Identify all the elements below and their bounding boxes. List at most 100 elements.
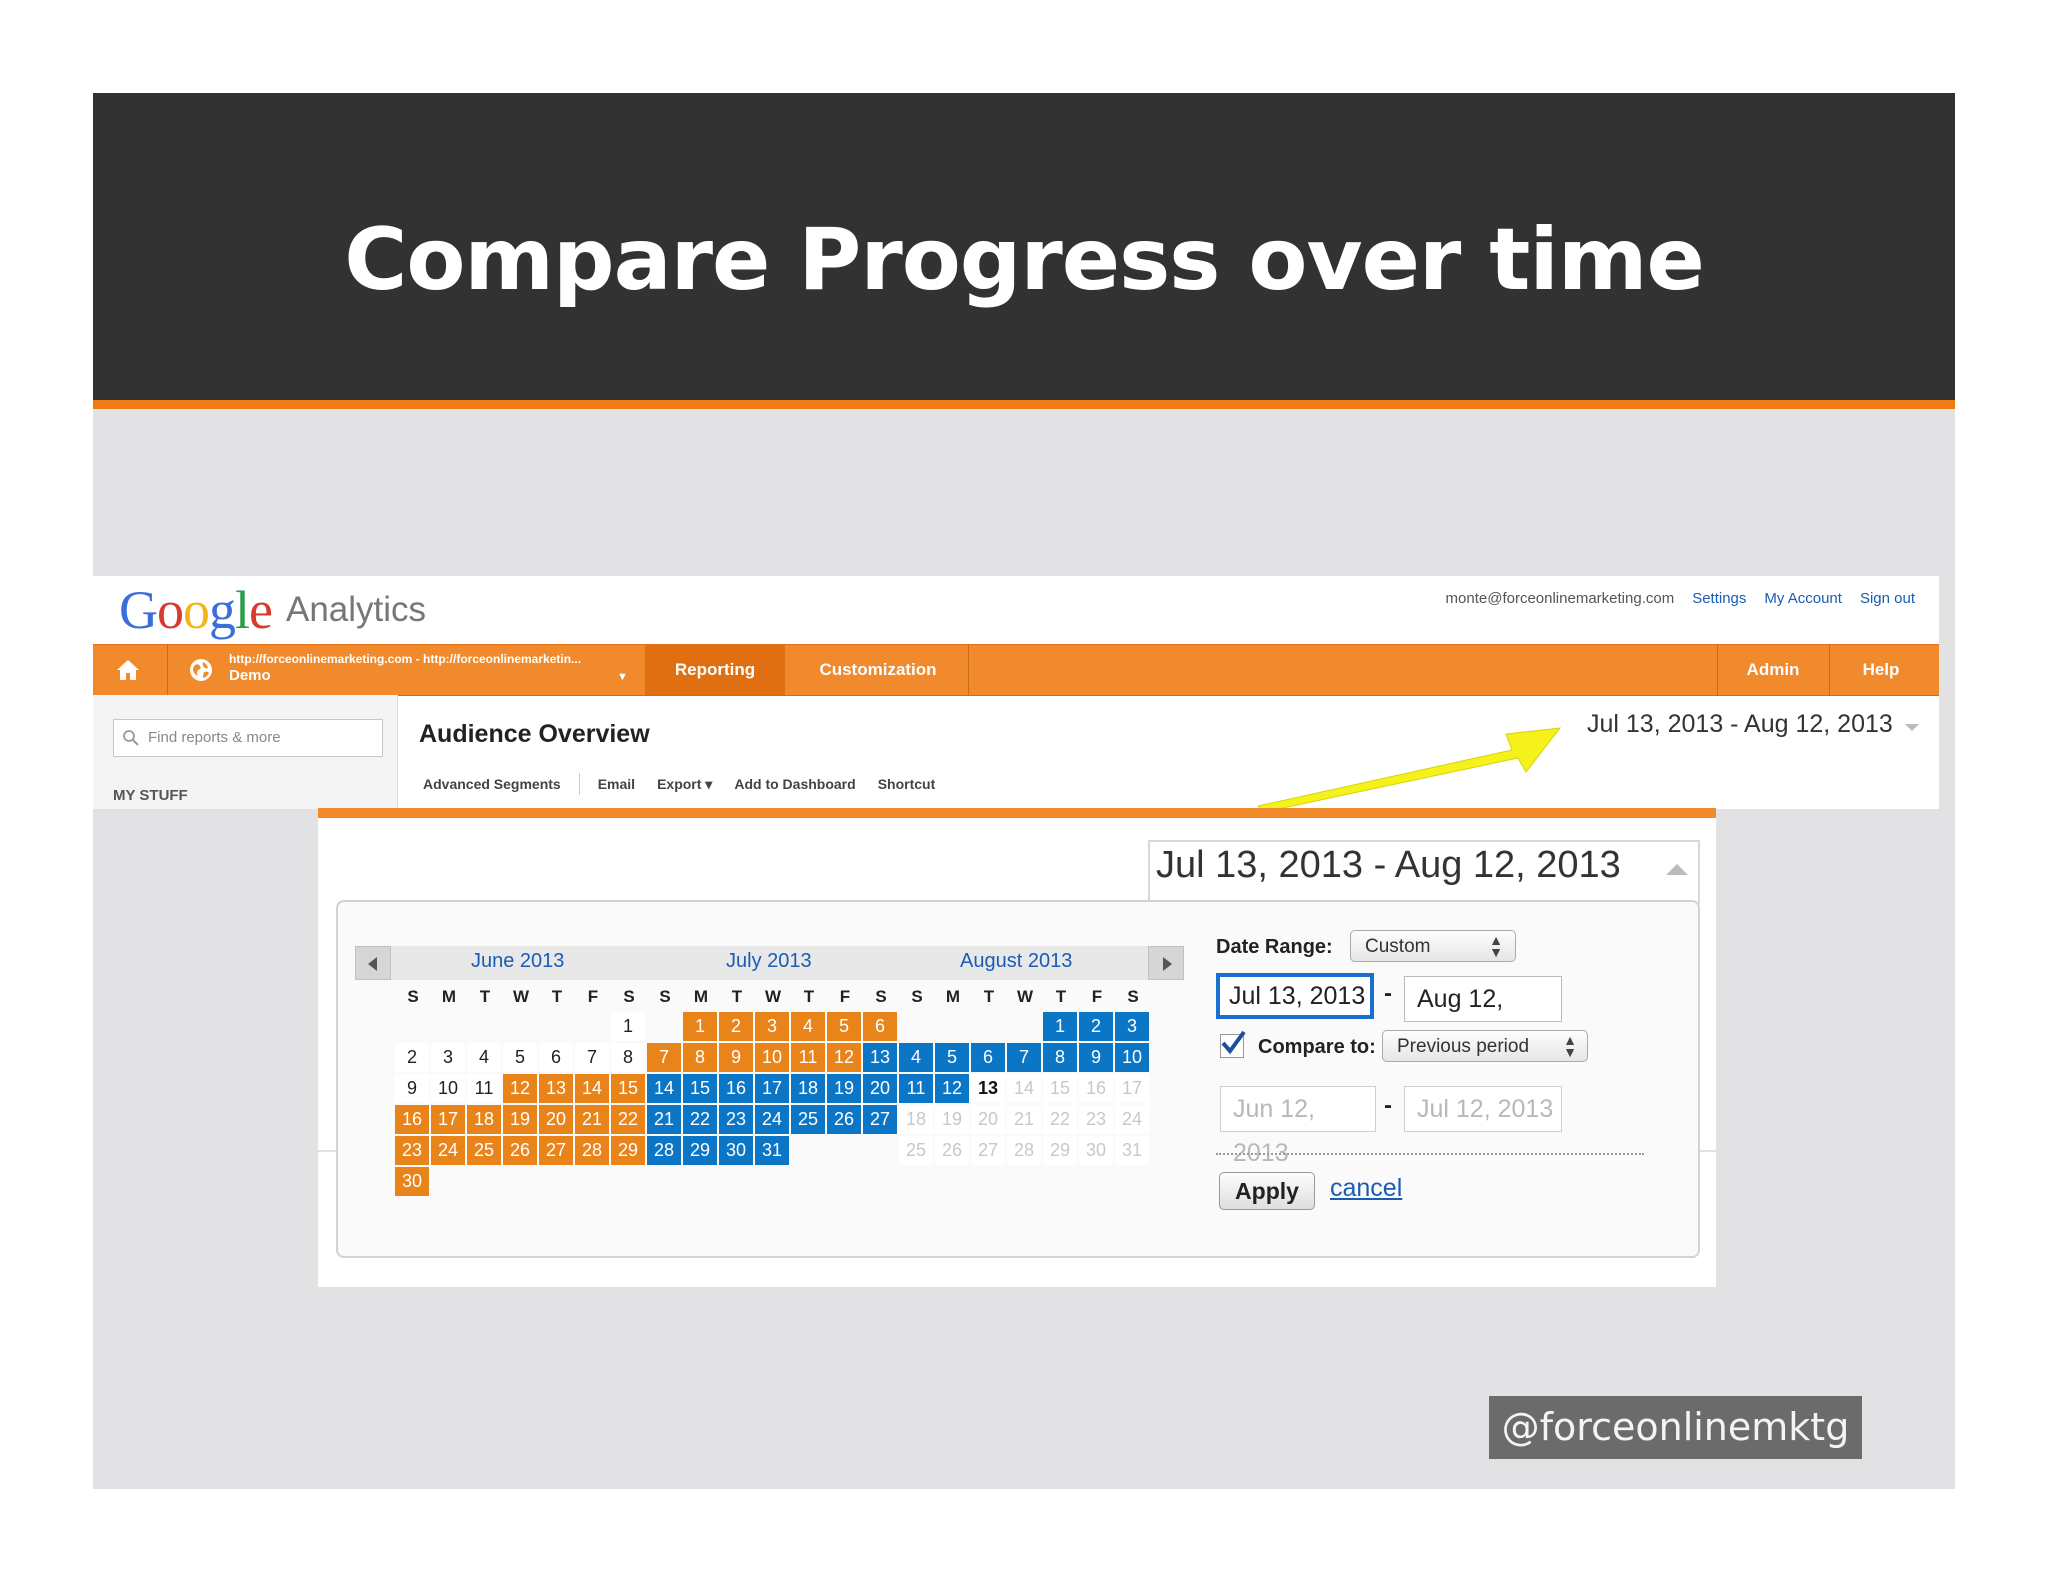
calendar-day-orange[interactable]: 1 bbox=[683, 1012, 717, 1041]
calendar-day-orange[interactable]: 16 bbox=[395, 1105, 429, 1134]
calendar-day-plain[interactable]: 4 bbox=[467, 1043, 501, 1072]
search-input[interactable]: Find reports & more bbox=[113, 719, 383, 757]
calendar-day-orange[interactable]: 13 bbox=[539, 1074, 573, 1103]
tab-customization[interactable]: Customization bbox=[798, 645, 958, 695]
calendar-day-blue[interactable]: 26 bbox=[827, 1105, 861, 1134]
account-selector[interactable]: http://forceonlinemarketing.com - http:/… bbox=[229, 652, 581, 684]
calendar-day-blue[interactable]: 15 bbox=[683, 1074, 717, 1103]
calendar-day-blue[interactable]: 12 bbox=[935, 1074, 969, 1103]
calendar-day-blue[interactable]: 4 bbox=[899, 1043, 933, 1072]
tab-reporting[interactable]: Reporting bbox=[645, 645, 785, 695]
compare-end-date-field[interactable]: Jul 12, 2013 bbox=[1404, 1086, 1562, 1132]
calendar-day-blue[interactable]: 18 bbox=[791, 1074, 825, 1103]
settings-link[interactable]: Settings bbox=[1692, 590, 1746, 607]
calendar-day-future[interactable]: 24 bbox=[1115, 1105, 1149, 1134]
compare-checkbox[interactable] bbox=[1220, 1030, 1246, 1058]
calendar-day-future[interactable]: 26 bbox=[935, 1136, 969, 1165]
calendar-day-orange[interactable]: 7 bbox=[647, 1043, 681, 1072]
tab-help[interactable]: Help bbox=[1831, 645, 1931, 695]
calendar-day-plain[interactable]: 2 bbox=[395, 1043, 429, 1072]
calendar-day-blue[interactable]: 10 bbox=[1115, 1043, 1149, 1072]
email-button[interactable]: Email bbox=[598, 776, 635, 792]
calendar-day-future[interactable]: 27 bbox=[971, 1136, 1005, 1165]
prev-month-button[interactable] bbox=[355, 946, 391, 980]
calendar-day-blue[interactable]: 23 bbox=[719, 1105, 753, 1134]
calendar-day-future[interactable]: 29 bbox=[1043, 1136, 1077, 1165]
calendar-day-plain[interactable]: 11 bbox=[467, 1074, 501, 1103]
calendar-day-future[interactable]: 22 bbox=[1043, 1105, 1077, 1134]
compare-select[interactable]: Previous period ▲ ▼ bbox=[1382, 1030, 1588, 1062]
calendar-day-future[interactable]: 30 bbox=[1079, 1136, 1113, 1165]
calendar-day-plain[interactable]: 5 bbox=[503, 1043, 537, 1072]
calendar-day-orange[interactable]: 15 bbox=[611, 1074, 645, 1103]
calendar-day-future[interactable]: 21 bbox=[1007, 1105, 1041, 1134]
calendar-day-blue[interactable]: 24 bbox=[755, 1105, 789, 1134]
calendar-day-orange[interactable]: 14 bbox=[575, 1074, 609, 1103]
cancel-link[interactable]: cancel bbox=[1330, 1174, 1402, 1203]
export-button[interactable]: Export ▾ bbox=[657, 776, 712, 793]
calendar-day-future[interactable]: 25 bbox=[899, 1136, 933, 1165]
calendar-day-future[interactable]: 15 bbox=[1043, 1074, 1077, 1103]
calendar-day-blue[interactable]: 9 bbox=[1079, 1043, 1113, 1072]
calendar-day-blue[interactable]: 5 bbox=[935, 1043, 969, 1072]
calendar-day-orange[interactable]: 17 bbox=[431, 1105, 465, 1134]
chevron-up-icon[interactable] bbox=[1666, 864, 1688, 875]
calendar-day-orange[interactable]: 30 bbox=[395, 1167, 429, 1196]
calendar-day-today[interactable]: 13 bbox=[971, 1074, 1005, 1103]
calendar-day-blue[interactable]: 2 bbox=[1079, 1012, 1113, 1041]
calendar-day-plain[interactable]: 1 bbox=[611, 1012, 645, 1041]
calendar-day-future[interactable]: 19 bbox=[935, 1105, 969, 1134]
calendar-day-blue[interactable]: 27 bbox=[863, 1105, 897, 1134]
chevron-down-icon[interactable]: ▼ bbox=[617, 671, 628, 683]
calendar-day-plain[interactable]: 6 bbox=[539, 1043, 573, 1072]
add-to-dashboard-button[interactable]: Add to Dashboard bbox=[734, 776, 855, 792]
calendar-day-plain[interactable]: 7 bbox=[575, 1043, 609, 1072]
calendar-day-future[interactable]: 17 bbox=[1115, 1074, 1149, 1103]
calendar-day-blue[interactable]: 21 bbox=[647, 1105, 681, 1134]
next-month-button[interactable] bbox=[1148, 946, 1184, 980]
end-date-field[interactable]: Aug 12, 2013 bbox=[1404, 976, 1562, 1057]
calendar-day-blue[interactable]: 14 bbox=[647, 1074, 681, 1103]
calendar-day-blue[interactable]: 25 bbox=[791, 1105, 825, 1134]
calendar-day-future[interactable]: 23 bbox=[1079, 1105, 1113, 1134]
calendar-day-plain[interactable]: 8 bbox=[611, 1043, 645, 1072]
calendar-day-orange[interactable]: 24 bbox=[431, 1136, 465, 1165]
calendar-day-orange[interactable]: 6 bbox=[863, 1012, 897, 1041]
calendar-day-orange[interactable]: 29 bbox=[611, 1136, 645, 1165]
advanced-segments-button[interactable]: Advanced Segments bbox=[423, 776, 561, 792]
calendar-day-plain[interactable]: 3 bbox=[431, 1043, 465, 1072]
calendar-day-blue[interactable]: 13 bbox=[863, 1043, 897, 1072]
calendar-day-plain[interactable]: 9 bbox=[395, 1074, 429, 1103]
calendar-day-blue[interactable]: 20 bbox=[863, 1074, 897, 1103]
calendar-day-future[interactable]: 28 bbox=[1007, 1136, 1041, 1165]
calendar-day-blue[interactable]: 6 bbox=[971, 1043, 1005, 1072]
calendar-day-blue[interactable]: 7 bbox=[1007, 1043, 1041, 1072]
calendar-day-orange[interactable]: 12 bbox=[827, 1043, 861, 1072]
shortcut-button[interactable]: Shortcut bbox=[878, 776, 936, 792]
calendar-day-future[interactable]: 16 bbox=[1079, 1074, 1113, 1103]
calendar-day-blue[interactable]: 3 bbox=[1115, 1012, 1149, 1041]
calendar-day-orange[interactable]: 2 bbox=[719, 1012, 753, 1041]
calendar-day-orange[interactable]: 22 bbox=[611, 1105, 645, 1134]
calendar-day-blue[interactable]: 17 bbox=[755, 1074, 789, 1103]
calendar-day-orange[interactable]: 25 bbox=[467, 1136, 501, 1165]
calendar-day-blue[interactable]: 19 bbox=[827, 1074, 861, 1103]
compare-start-date-field[interactable]: Jun 12, 2013 bbox=[1220, 1086, 1376, 1167]
calendar-day-orange[interactable]: 9 bbox=[719, 1043, 753, 1072]
calendar-day-orange[interactable]: 3 bbox=[755, 1012, 789, 1041]
calendar-day-orange[interactable]: 21 bbox=[575, 1105, 609, 1134]
calendar-day-orange[interactable]: 23 bbox=[395, 1136, 429, 1165]
my-account-link[interactable]: My Account bbox=[1764, 590, 1842, 607]
calendar-day-orange[interactable]: 4 bbox=[791, 1012, 825, 1041]
sign-out-link[interactable]: Sign out bbox=[1860, 590, 1915, 607]
calendar-day-future[interactable]: 18 bbox=[899, 1105, 933, 1134]
calendar-day-future[interactable]: 14 bbox=[1007, 1074, 1041, 1103]
calendar-day-blue[interactable]: 8 bbox=[1043, 1043, 1077, 1072]
calendar-day-future[interactable]: 20 bbox=[971, 1105, 1005, 1134]
home-icon[interactable] bbox=[115, 657, 141, 683]
calendar-day-orange[interactable]: 5 bbox=[827, 1012, 861, 1041]
calendar-day-blue[interactable]: 29 bbox=[683, 1136, 717, 1165]
calendar-day-orange[interactable]: 18 bbox=[467, 1105, 501, 1134]
calendar-day-blue[interactable]: 30 bbox=[719, 1136, 753, 1165]
calendar-day-blue[interactable]: 11 bbox=[899, 1074, 933, 1103]
